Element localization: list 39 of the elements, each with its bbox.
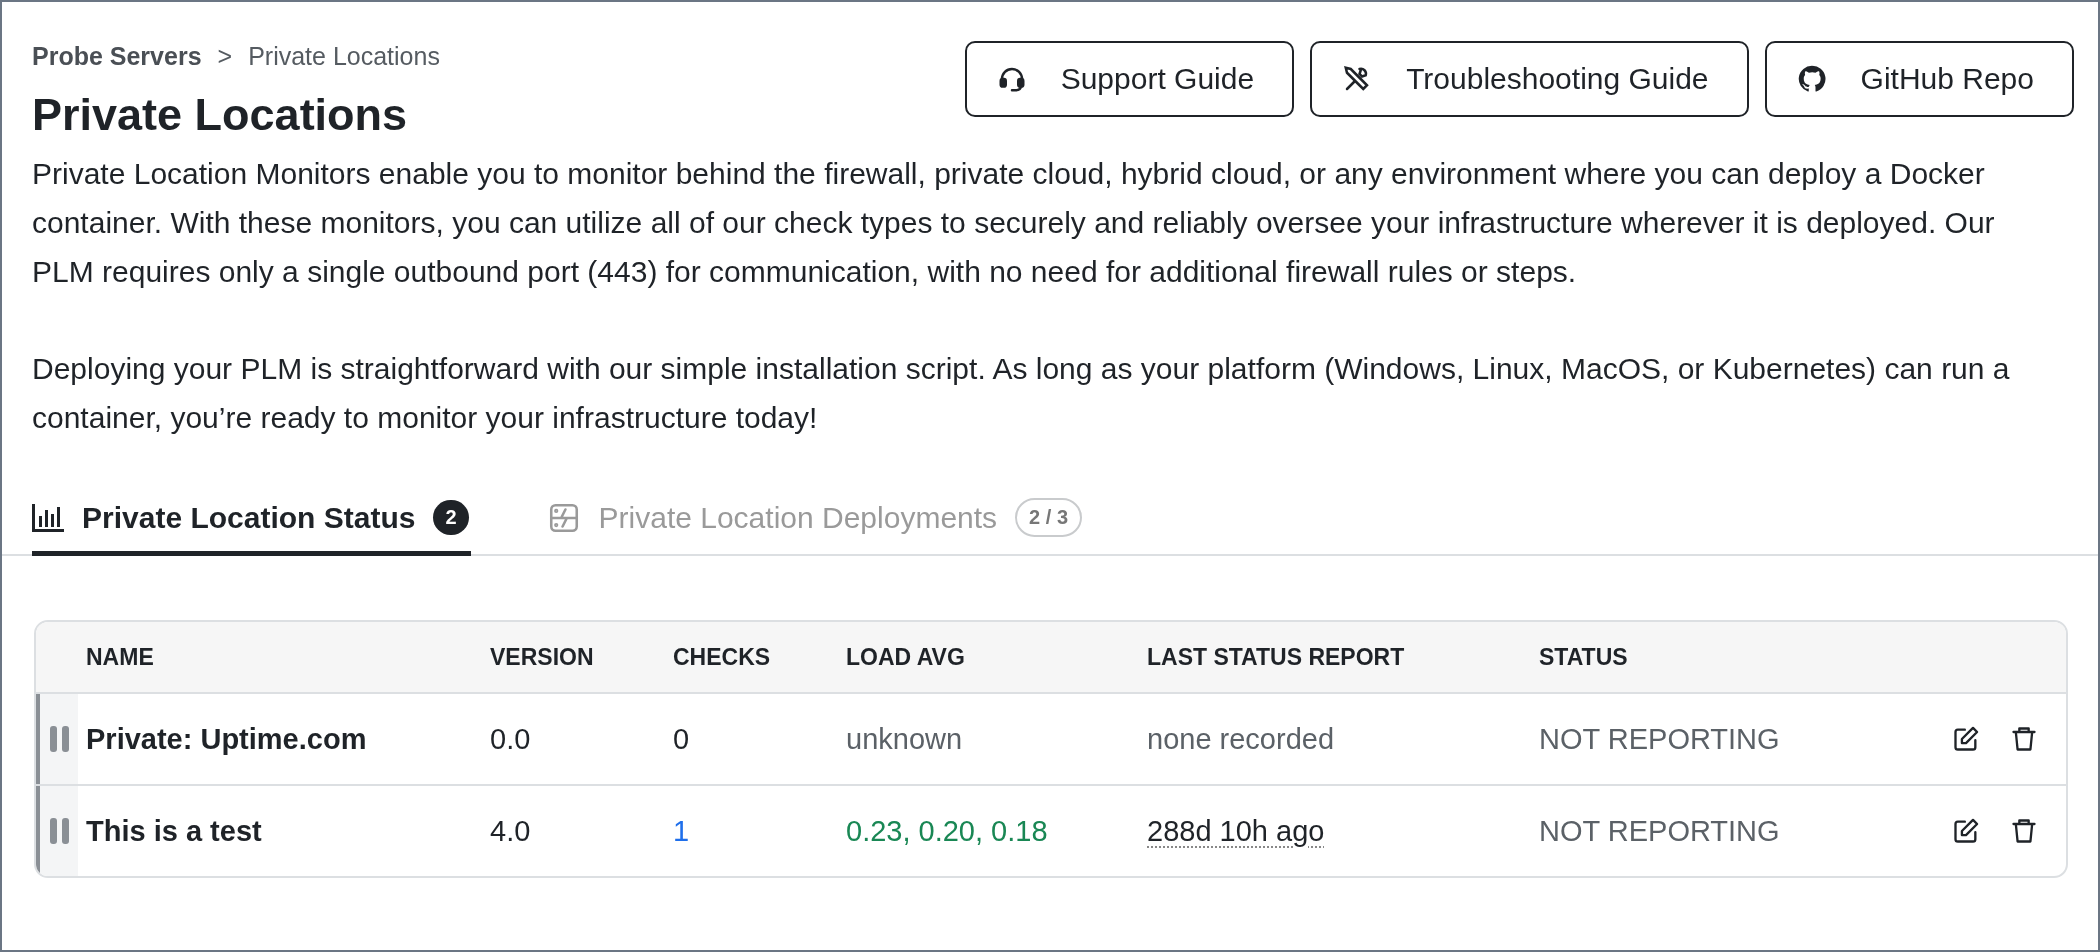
edit-icon[interactable] — [1952, 817, 1980, 845]
tab[interactable]: Private Location Status 2 — [32, 490, 471, 556]
status-text: NOT REPORTING — [1539, 814, 1781, 848]
count-badge: 2 / 3 — [1015, 498, 1082, 537]
table-cell-text: unknown — [846, 722, 964, 756]
table-cell-text: 0 — [673, 722, 691, 756]
bar-chart-icon — [32, 503, 64, 532]
status-text: NOT REPORTING — [1539, 722, 1781, 756]
page-title: Private Locations — [32, 89, 409, 141]
column-header: NAME — [86, 643, 155, 671]
column-header: VERSION — [490, 643, 595, 671]
guide-button[interactable]: Troubleshooting Guide — [1310, 41, 1749, 117]
github-icon — [1796, 64, 1827, 94]
table-cell-text: This is a test — [86, 814, 263, 848]
table-cell-text: 0.23, 0.20, 0.18 — [846, 814, 1049, 848]
trash-icon[interactable] — [2010, 817, 2038, 845]
breadcrumb-separator: > — [217, 42, 233, 71]
drag-handle-icon[interactable] — [36, 694, 78, 784]
column-header: LAST STATUS REPORT — [1147, 643, 1406, 671]
table-cell-text: 4.0 — [490, 814, 532, 848]
table-cell-text: 0.0 — [490, 722, 532, 756]
column-header: CHECKS — [673, 643, 772, 671]
table-cell-text: 288d 10h ago — [1147, 814, 1326, 848]
breadcrumb-current: Private Locations — [248, 42, 440, 71]
table-cell-text: Private: Uptime.com — [86, 722, 368, 756]
breadcrumb-link[interactable]: Probe Servers — [32, 42, 202, 71]
description-paragraph: Deploying your PLM is straightforward with our simple installation script. As long as your platform (Windows, Linux, MacOS, or Kubernetes) can run a container, you’re ready to monitor your infrastructure today! — [32, 351, 2011, 436]
trash-icon[interactable] — [2010, 725, 2038, 753]
edit-icon[interactable] — [1952, 725, 1980, 753]
drag-handle-icon[interactable] — [36, 786, 78, 876]
column-header: LOAD AVG — [846, 643, 966, 671]
tab[interactable]: Private Location Deployments 2 / 3 — [546, 490, 1084, 556]
checks-link[interactable]: 1 — [673, 814, 846, 848]
description-paragraph: Private Location Monitors enable you to monitor behind the firewall, private cloud, hybrid cloud, or any environment where you can deploy a Docker container. With these monitors, you can utilize all of our check types to securely and reliably oversee your infrastructure wherever it is deployed. Our PLM requires only a single outbound port (443) for communication, with no need for additional firewall rules or steps. — [32, 156, 1996, 290]
guide-button[interactable]: GitHub Repo — [1764, 41, 2074, 117]
column-header: STATUS — [1539, 643, 1629, 671]
guide-button[interactable]: Support Guide — [964, 41, 1295, 117]
count-badge: 2 — [433, 500, 469, 535]
table-cell-text: none recorded — [1147, 722, 1336, 756]
